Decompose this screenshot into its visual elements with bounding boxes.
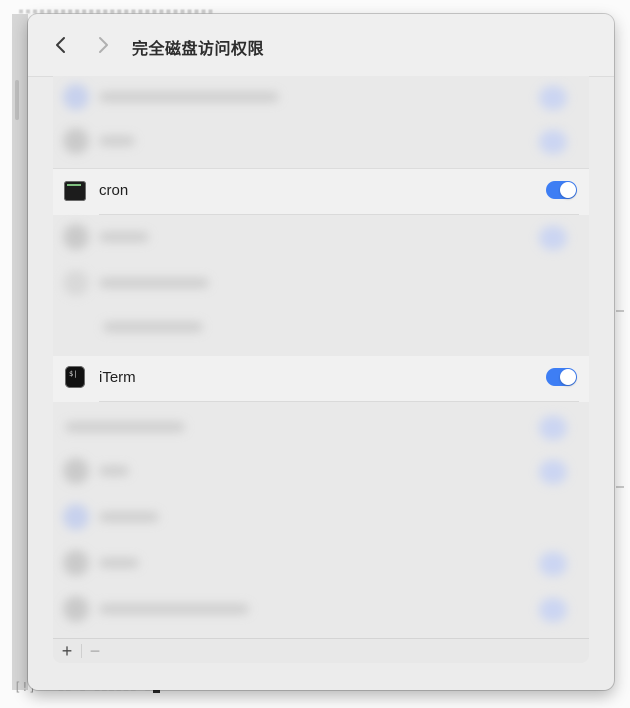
desktop: ▪▪▪▪▪▪▪▪▪▪▪▪▪▪▪▪▪▪▪▪▪▪▪▪▪▪▪▪ [!] ~ ▪▪ ▪ … [0, 0, 630, 708]
background-decoration [616, 310, 624, 312]
app-icon-obscured [63, 550, 89, 576]
list-item-obscured [53, 306, 589, 350]
list-item-obscured [53, 450, 589, 494]
toggle-obscured [539, 460, 567, 484]
toggle-knob [560, 369, 576, 385]
iterm-permission-toggle[interactable] [546, 368, 577, 386]
toggle-obscured [539, 552, 567, 576]
window-toolbar: 完全磁盘访问权限 [28, 14, 614, 77]
row-separator [99, 401, 579, 402]
app-permission-list: cron $| iTerm [53, 76, 589, 662]
list-item-obscured [53, 262, 589, 306]
settings-window: 完全磁盘访问权限 cron $| iTerm + − [28, 14, 614, 690]
toggle-obscured [539, 86, 567, 110]
app-icon-obscured [63, 128, 89, 154]
chevron-left-icon [56, 37, 65, 53]
chevron-right-icon [99, 37, 108, 53]
list-item-obscured [53, 588, 589, 632]
iterm-prompt-glyph: $| [69, 370, 78, 378]
app-name-obscured [99, 136, 135, 146]
cron-permission-toggle[interactable] [546, 181, 577, 199]
app-icon-obscured [63, 504, 89, 530]
app-name: iTerm [99, 369, 136, 386]
toggle-obscured [539, 598, 567, 622]
toggle-obscured [539, 226, 567, 250]
app-name-obscured [99, 558, 139, 568]
scrollbar-handle [15, 80, 19, 120]
app-name-obscured [99, 232, 149, 242]
list-item-obscured [53, 216, 589, 260]
app-icon-obscured [63, 84, 89, 110]
app-icon-obscured [63, 458, 89, 484]
app-name-obscured [103, 322, 203, 332]
toggle-knob [560, 182, 576, 198]
list-item-obscured [53, 120, 589, 164]
background-window-edge [12, 14, 28, 690]
terminal-screen-line [67, 184, 81, 186]
app-name-obscured [99, 278, 209, 288]
list-item-obscured [53, 76, 589, 120]
app-name-obscured [99, 604, 249, 614]
app-icon-obscured [63, 224, 89, 250]
app-name: cron [99, 182, 129, 199]
app-name-obscured [99, 466, 129, 476]
list-item-iterm: $| iTerm [53, 356, 589, 402]
app-name-obscured [99, 92, 279, 102]
forward-button[interactable] [92, 34, 114, 56]
remove-app-button[interactable]: − [83, 640, 107, 662]
list-item-obscured [53, 406, 589, 450]
back-button[interactable] [50, 34, 72, 56]
background-decoration [616, 486, 624, 488]
app-icon-obscured [63, 596, 89, 622]
iterm-app-icon: $| [65, 366, 85, 388]
page-title: 完全磁盘访问权限 [132, 41, 265, 58]
toggle-obscured [539, 416, 567, 440]
row-separator [99, 214, 579, 215]
app-icon-obscured [63, 270, 89, 296]
list-item-obscured [53, 542, 589, 586]
app-name-obscured [65, 422, 185, 432]
terminal-app-icon [64, 181, 86, 201]
add-app-button[interactable]: + [55, 640, 79, 662]
list-footer-toolbar: + − [53, 638, 589, 663]
toggle-obscured [539, 130, 567, 154]
app-name-obscured [99, 512, 159, 522]
footer-divider [81, 644, 82, 658]
list-item-obscured [53, 496, 589, 540]
list-item-cron: cron [53, 168, 589, 215]
